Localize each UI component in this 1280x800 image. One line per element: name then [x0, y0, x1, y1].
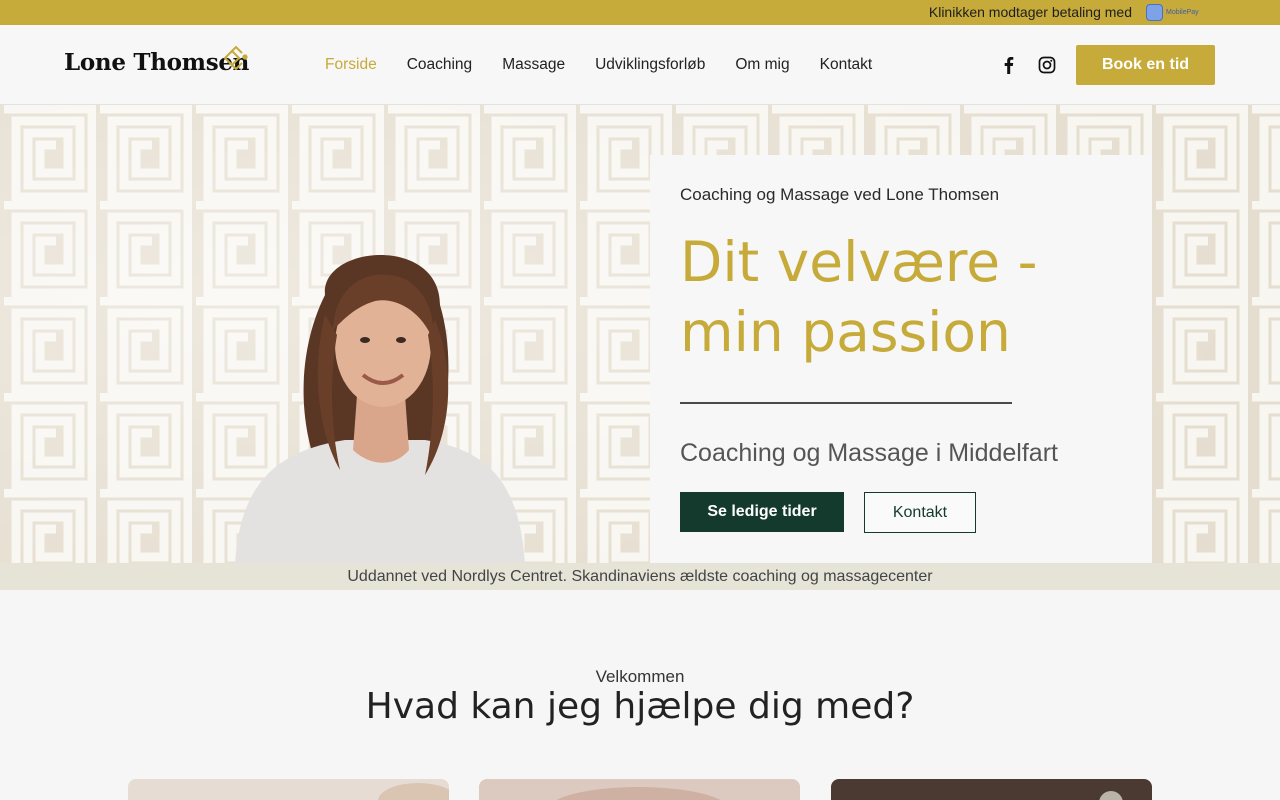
- hero-section: Coaching og Massage ved Lone Thomsen Dit…: [0, 105, 1280, 563]
- nav-udviklingsforlob[interactable]: Udviklingsforløb: [595, 56, 705, 74]
- mobilepay-icon: [1146, 3, 1163, 21]
- mobilepay-logo: MobilePay: [1146, 2, 1208, 22]
- credential-strip: Uddannet ved Nordlys Centret. Skandinavi…: [0, 563, 1280, 590]
- payment-notice: Klinikken modtager betaling med: [928, 4, 1132, 20]
- hero-divider: [680, 402, 1012, 404]
- hero-subtitle: Coaching og Massage i Middelfart: [680, 439, 1058, 467]
- section-heading: Hvad kan jeg hjælpe dig med?: [365, 686, 915, 727]
- available-times-button[interactable]: Se ledige tider: [680, 492, 844, 532]
- top-bar: Klinikken modtager betaling med MobilePa…: [0, 0, 1280, 25]
- nav-massage[interactable]: Massage: [502, 56, 565, 74]
- logo-mark-icon: [223, 45, 248, 71]
- nav-coaching[interactable]: Coaching: [407, 56, 473, 74]
- section-kicker: Velkommen: [595, 667, 685, 686]
- service-card-image[interactable]: [831, 779, 1152, 800]
- mobilepay-wordmark: MobilePay: [1166, 8, 1199, 16]
- hero-card: Coaching og Massage ved Lone Thomsen Dit…: [650, 155, 1152, 563]
- hero-title: Dit velvære - min passion: [680, 230, 1038, 364]
- site-header: Lone Thomsen Forside Coaching Massage Ud…: [0, 25, 1280, 105]
- service-card-image[interactable]: [479, 779, 800, 800]
- hero-kicker: Coaching og Massage ved Lone Thomsen: [680, 185, 1000, 204]
- nav-kontakt[interactable]: Kontakt: [820, 56, 873, 74]
- nav-forside[interactable]: Forside: [325, 56, 377, 74]
- nav-om-mig[interactable]: Om mig: [735, 56, 789, 74]
- contact-button[interactable]: Kontakt: [864, 492, 976, 533]
- instagram-icon[interactable]: [1038, 56, 1056, 74]
- main-nav: Forside Coaching Massage Udviklingsforlø…: [325, 56, 872, 74]
- facebook-icon[interactable]: [1000, 56, 1018, 74]
- portrait-image: [235, 255, 525, 563]
- book-appointment-button[interactable]: Book en tid: [1076, 45, 1215, 85]
- service-card-image[interactable]: [128, 779, 449, 800]
